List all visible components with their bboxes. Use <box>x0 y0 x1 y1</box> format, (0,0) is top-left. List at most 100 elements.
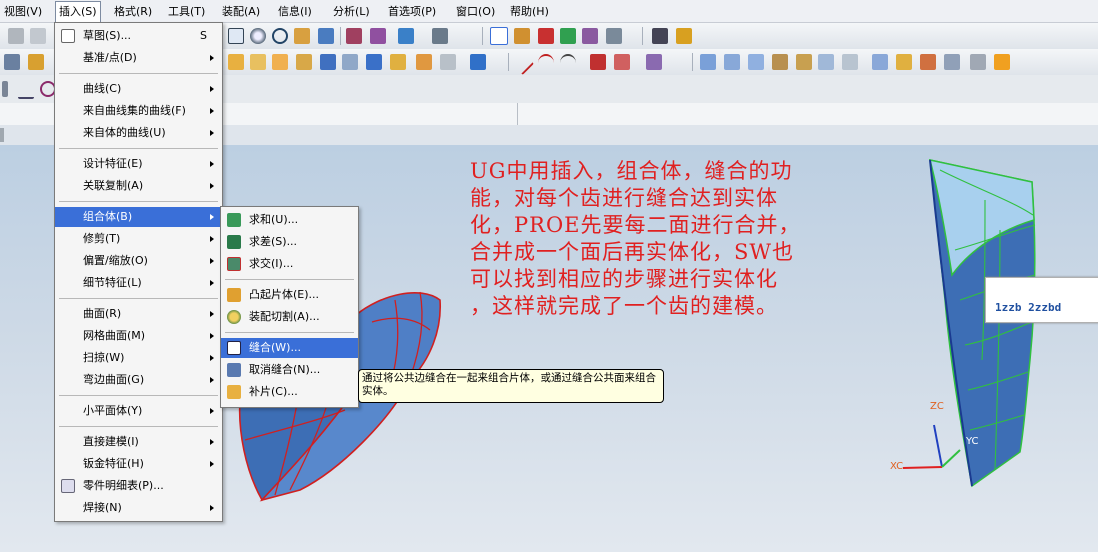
submenu-item-subtract[interactable]: 求差(S)... <box>221 232 358 252</box>
menu-item-direct-modeling[interactable]: 直接建模(I) <box>55 432 222 452</box>
analysis-icon[interactable] <box>4 54 20 70</box>
menu-window[interactable]: 窗口(O) <box>456 3 495 19</box>
sew-tooltip: 通过将公共边缝合在一起来组合片体，或通过缝合公共面来组合实体。 <box>358 369 664 403</box>
layer-icon[interactable] <box>370 28 386 44</box>
select-icon[interactable] <box>490 27 508 45</box>
view-box-icon[interactable] <box>228 28 244 44</box>
menu-item-trim[interactable]: 修剪(T) <box>55 229 222 249</box>
menu-item-design-feature[interactable]: 设计特征(E) <box>55 154 222 174</box>
surface-7-icon[interactable] <box>842 54 858 70</box>
view-orient-icon[interactable] <box>432 28 448 44</box>
surface-9-icon[interactable] <box>896 54 912 70</box>
surface-12-icon[interactable] <box>970 54 986 70</box>
surface-10-icon[interactable] <box>920 54 936 70</box>
axis-y-label: YC <box>966 436 979 447</box>
submenu-item-patch[interactable]: 补片(C)... <box>221 382 358 402</box>
surface-5-icon[interactable] <box>796 54 812 70</box>
snap-icon[interactable] <box>514 28 530 44</box>
cone-icon[interactable] <box>416 54 432 70</box>
project-icon[interactable] <box>646 54 662 70</box>
cylinder-icon[interactable] <box>390 54 406 70</box>
boss-icon[interactable] <box>296 54 312 70</box>
surface-1-icon[interactable] <box>700 54 716 70</box>
arc-icon[interactable] <box>538 54 554 72</box>
menu-item-facet-body[interactable]: 小平面体(Y) <box>55 401 222 421</box>
menu-item-detail-feature[interactable]: 细节特征(L) <box>55 273 222 293</box>
offset-icon[interactable] <box>614 54 630 70</box>
fillet-icon[interactable] <box>590 54 606 70</box>
surface-4-icon[interactable] <box>772 54 788 70</box>
sew-toolbar-icon[interactable] <box>470 54 486 70</box>
submenu-item-assembly-cut[interactable]: 装配切割(A)... <box>221 307 358 327</box>
submenu-item-intersect[interactable]: 求交(I)... <box>221 254 358 274</box>
zoom-icon[interactable] <box>250 28 266 44</box>
cut-icon[interactable] <box>8 28 24 44</box>
menu-item-curve-from-bodies[interactable]: 来自体的曲线(U) <box>55 123 222 143</box>
line-icon[interactable] <box>509 50 535 76</box>
menu-analysis[interactable]: 分析(L) <box>333 3 370 19</box>
point-icon[interactable] <box>538 28 554 44</box>
surface-8-icon[interactable] <box>872 54 888 70</box>
revolve-icon[interactable] <box>250 54 266 70</box>
menu-item-datum-point[interactable]: 基准/点(D) <box>55 48 222 68</box>
copy-icon[interactable] <box>30 28 46 44</box>
surface-13-icon[interactable] <box>994 54 1010 70</box>
pocket-icon[interactable] <box>320 54 336 70</box>
menu-item-sweep[interactable]: 扫掠(W) <box>55 348 222 368</box>
dropdown-icon[interactable] <box>2 81 8 97</box>
submenu-item-unite[interactable]: 求和(U)... <box>221 210 358 230</box>
submenu-item-sew[interactable]: 缝合(W)... <box>221 338 358 358</box>
menu-item-surface[interactable]: 曲面(R) <box>55 304 222 324</box>
extrude-icon[interactable] <box>228 54 244 70</box>
parts-list-icon <box>61 479 75 493</box>
midpoint-icon[interactable] <box>560 28 576 44</box>
measure-icon[interactable] <box>652 28 668 44</box>
cube-icon[interactable] <box>398 28 414 44</box>
spline-icon[interactable] <box>560 54 576 72</box>
intersection-icon[interactable] <box>606 28 622 44</box>
chevron-right-icon <box>210 55 214 61</box>
menu-item-sketch[interactable]: 草图(S)... S <box>55 26 222 46</box>
menu-item-flange-surface[interactable]: 弯边曲面(G) <box>55 370 222 390</box>
menu-bar: 视图(V) 插入(S) 格式(R) 工具(T) 装配(A) 信息(I) 分析(L… <box>0 0 1098 24</box>
surface-2-icon[interactable] <box>724 54 740 70</box>
pan-icon[interactable] <box>294 28 310 44</box>
submenu-item-unsew[interactable]: 取消缝合(N)... <box>221 360 358 380</box>
undo-icon[interactable] <box>18 81 34 99</box>
rotate-icon[interactable] <box>272 28 288 44</box>
menu-format[interactable]: 格式(R) <box>114 3 152 19</box>
menu-item-curve[interactable]: 曲线(C) <box>55 79 222 99</box>
menu-item-weld[interactable]: 焊接(N) <box>55 498 222 518</box>
menu-insert[interactable]: 插入(S) <box>55 1 101 24</box>
block-icon[interactable] <box>366 54 382 70</box>
surface-11-icon[interactable] <box>944 54 960 70</box>
menu-item-parts-list[interactable]: 零件明细表(P)... <box>55 476 222 496</box>
menu-tools[interactable]: 工具(T) <box>168 3 205 19</box>
hole-icon[interactable] <box>272 54 288 70</box>
surface-6-icon[interactable] <box>818 54 834 70</box>
menu-item-mesh-surface[interactable]: 网格曲面(M) <box>55 326 222 346</box>
slot-icon[interactable] <box>342 54 358 70</box>
render-icon[interactable] <box>346 28 362 44</box>
menu-preferences[interactable]: 首选项(P) <box>388 3 436 19</box>
menu-info[interactable]: 信息(I) <box>278 3 312 19</box>
arc-center-icon[interactable] <box>582 28 598 44</box>
menu-item-sheet-metal[interactable]: 钣金特征(H) <box>55 454 222 474</box>
submenu-item-emboss-sheet[interactable]: 凸起片体(E)... <box>221 285 358 305</box>
sphere-icon[interactable] <box>440 54 456 70</box>
surface-3-icon[interactable] <box>748 54 764 70</box>
assembly-cut-icon <box>227 310 241 324</box>
menu-assembly[interactable]: 装配(A) <box>222 3 260 19</box>
menu-item-combine[interactable]: 组合体(B) <box>55 207 222 227</box>
shade-icon[interactable] <box>318 28 334 44</box>
menu-view[interactable]: 视图(V) <box>4 3 42 19</box>
model-info-box: 1zzb 2zzbd <box>985 277 1098 323</box>
menu-item-associative-copy[interactable]: 关联复制(A) <box>55 176 222 196</box>
menu-item-curve-from-curves[interactable]: 来自曲线集的曲线(F) <box>55 101 222 121</box>
ruler-icon[interactable] <box>676 28 692 44</box>
menu-help[interactable]: 帮助(H) <box>510 3 549 19</box>
feature-icon[interactable] <box>28 54 44 70</box>
chevron-right-icon <box>210 161 214 167</box>
menu-item-offset-scale[interactable]: 偏置/缩放(O) <box>55 251 222 271</box>
chevron-right-icon <box>210 280 214 286</box>
